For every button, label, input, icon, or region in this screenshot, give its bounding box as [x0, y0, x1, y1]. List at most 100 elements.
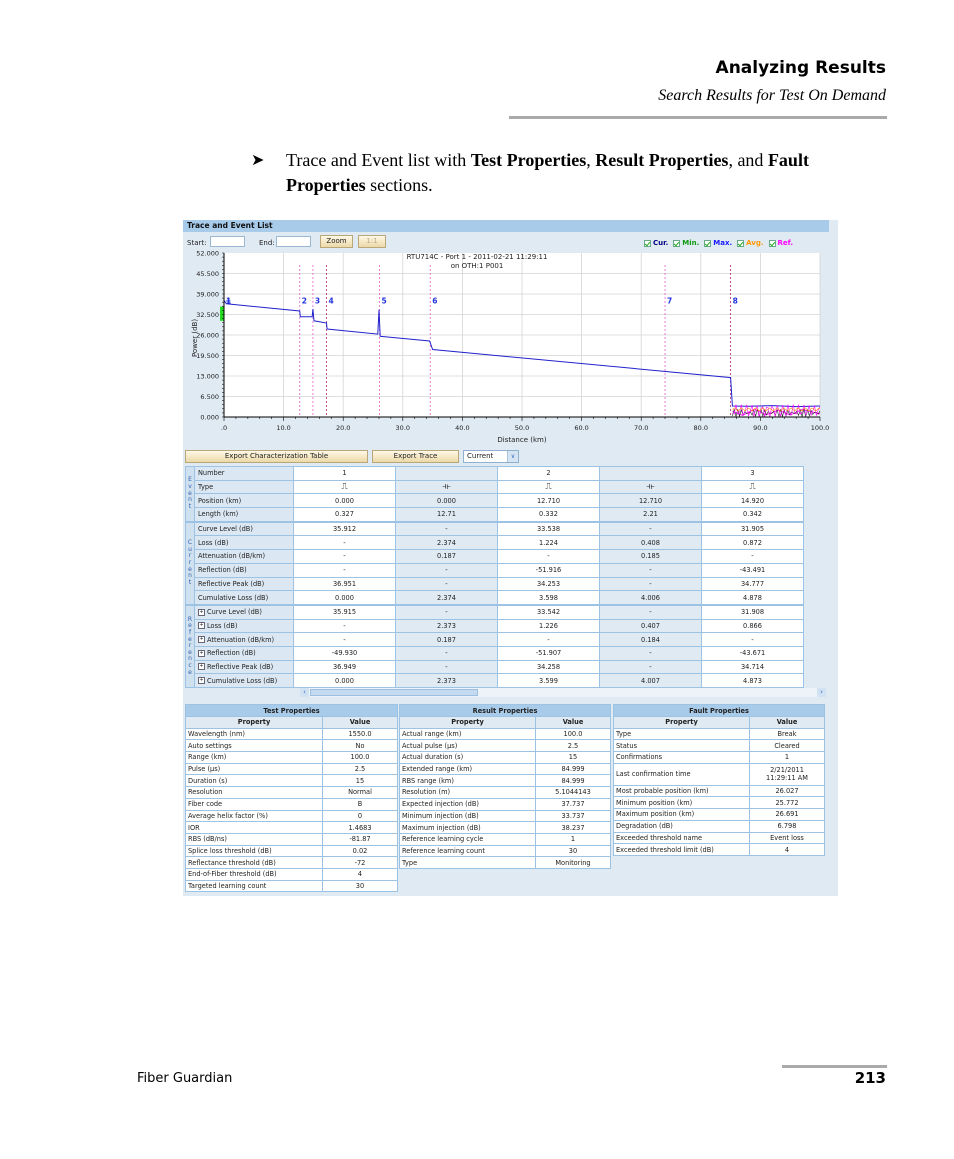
metric-cell[interactable]: -: [599, 645, 702, 661]
metric-cell[interactable]: 33.538: [497, 520, 600, 537]
fiber-section-icon[interactable]: ⟛: [599, 479, 702, 495]
event-cell[interactable]: 0.000: [395, 493, 498, 509]
metric-cell[interactable]: 4.007: [599, 673, 702, 688]
row-label[interactable]: + Loss (dB): [194, 618, 294, 634]
legend-item-ref[interactable]: Ref.: [768, 239, 793, 247]
end-input[interactable]: [276, 236, 311, 247]
checkbox-icon[interactable]: [768, 239, 776, 247]
scroll-left-icon[interactable]: ‹: [300, 688, 309, 697]
metric-cell[interactable]: -: [395, 659, 498, 675]
metric-cell[interactable]: 2.373: [395, 618, 498, 634]
expand-icon[interactable]: +: [198, 622, 205, 630]
event-marker-label[interactable]: 3: [315, 296, 320, 305]
event-cell[interactable]: 3: [701, 466, 804, 481]
event-marker-label[interactable]: 6: [432, 296, 437, 305]
metric-cell[interactable]: -: [599, 576, 702, 592]
event-cell[interactable]: 1: [293, 466, 396, 481]
metric-cell[interactable]: -: [599, 659, 702, 675]
scroll-right-icon[interactable]: ›: [817, 688, 826, 697]
metric-cell[interactable]: -: [293, 549, 396, 564]
row-label[interactable]: + Attenuation (dB/km): [194, 632, 294, 647]
metric-cell[interactable]: 35.912: [293, 520, 396, 537]
event-marker-label[interactable]: 5: [382, 296, 387, 305]
export-characterization-table-button[interactable]: Export Characterization Table: [185, 450, 368, 463]
metric-cell[interactable]: 4.878: [701, 590, 804, 606]
event-cell[interactable]: 2: [497, 466, 600, 481]
checkbox-icon[interactable]: [737, 239, 745, 247]
metric-cell[interactable]: -43.671: [701, 645, 804, 661]
metric-cell[interactable]: -: [497, 549, 600, 564]
fiber-section-icon[interactable]: ⟛: [395, 479, 498, 495]
metric-cell[interactable]: 0.408: [599, 535, 702, 551]
metric-cell[interactable]: -: [395, 562, 498, 578]
event-cell[interactable]: [395, 466, 498, 481]
metric-cell[interactable]: 0.187: [395, 632, 498, 647]
event-cell[interactable]: 14.920: [701, 493, 804, 509]
scroll-thumb[interactable]: [310, 689, 478, 696]
event-marker-label[interactable]: 8: [733, 296, 738, 305]
event-cell[interactable]: 2.21: [599, 507, 702, 523]
metric-cell[interactable]: 34.777: [701, 576, 804, 592]
metric-cell[interactable]: 31.905: [701, 520, 804, 537]
expand-icon[interactable]: +: [198, 663, 205, 671]
metric-cell[interactable]: -: [395, 520, 498, 537]
metric-cell[interactable]: 1.226: [497, 618, 600, 634]
metric-cell[interactable]: 4.873: [701, 673, 804, 688]
checkbox-icon[interactable]: [704, 239, 712, 247]
metric-cell[interactable]: -: [395, 576, 498, 592]
metric-cell[interactable]: -: [293, 562, 396, 578]
metric-cell[interactable]: 34.714: [701, 659, 804, 675]
metric-cell[interactable]: 2.374: [395, 590, 498, 606]
event-cell[interactable]: 0.332: [497, 507, 600, 523]
metric-cell[interactable]: 35.915: [293, 603, 396, 620]
metric-cell[interactable]: 0.000: [293, 590, 396, 606]
metric-cell[interactable]: 0.407: [599, 618, 702, 634]
metric-cell[interactable]: -: [293, 632, 396, 647]
metric-cell[interactable]: 31.908: [701, 603, 804, 620]
metric-cell[interactable]: -49.930: [293, 645, 396, 661]
metric-cell[interactable]: 33.542: [497, 603, 600, 620]
event-marker-label[interactable]: 4: [329, 296, 334, 305]
metric-cell[interactable]: -: [293, 535, 396, 551]
metric-cell[interactable]: 0.866: [701, 618, 804, 634]
legend-item-avg[interactable]: Avg.: [737, 239, 764, 247]
event-cell[interactable]: 12.710: [599, 493, 702, 509]
row-label[interactable]: + Curve Level (dB): [194, 603, 294, 620]
expand-icon[interactable]: +: [198, 636, 205, 644]
metric-cell[interactable]: -: [497, 632, 600, 647]
metric-cell[interactable]: 0.185: [599, 549, 702, 564]
metric-cell[interactable]: -51.916: [497, 562, 600, 578]
metric-cell[interactable]: -: [395, 645, 498, 661]
expand-icon[interactable]: +: [198, 677, 205, 685]
metric-cell[interactable]: -: [395, 603, 498, 620]
metric-cell[interactable]: 3.598: [497, 590, 600, 606]
legend-item-cur[interactable]: Cur.: [644, 239, 668, 247]
metric-cell[interactable]: -51.907: [497, 645, 600, 661]
metric-cell[interactable]: 1.224: [497, 535, 600, 551]
expand-icon[interactable]: +: [198, 608, 205, 616]
row-label[interactable]: + Cumulative Loss (dB): [194, 673, 294, 688]
metric-cell[interactable]: 0.000: [293, 673, 396, 688]
metric-cell[interactable]: 4.006: [599, 590, 702, 606]
chevron-down-icon[interactable]: ∨: [507, 451, 518, 462]
expand-icon[interactable]: +: [198, 649, 205, 657]
reset-zoom-button[interactable]: 1:1: [358, 235, 386, 248]
metric-cell[interactable]: -: [599, 603, 702, 620]
event-cell[interactable]: 0.000: [293, 493, 396, 509]
metric-cell[interactable]: -: [701, 549, 804, 564]
metric-cell[interactable]: -: [599, 520, 702, 537]
reflective-event-icon[interactable]: ⎍: [701, 479, 804, 495]
metric-cell[interactable]: 34.253: [497, 576, 600, 592]
event-cell[interactable]: [599, 466, 702, 481]
metric-cell[interactable]: 0.184: [599, 632, 702, 647]
metric-cell[interactable]: 0.187: [395, 549, 498, 564]
export-trace-button[interactable]: Export Trace: [372, 450, 459, 463]
metric-cell[interactable]: 3.599: [497, 673, 600, 688]
metric-cell[interactable]: -: [599, 562, 702, 578]
legend-item-min[interactable]: Min.: [673, 239, 699, 247]
zoom-button[interactable]: Zoom: [320, 235, 353, 248]
metric-cell[interactable]: 2.374: [395, 535, 498, 551]
metric-cell[interactable]: -: [293, 618, 396, 634]
reflective-event-icon[interactable]: ⎍: [293, 479, 396, 495]
event-marker-label[interactable]: 7: [667, 296, 672, 305]
